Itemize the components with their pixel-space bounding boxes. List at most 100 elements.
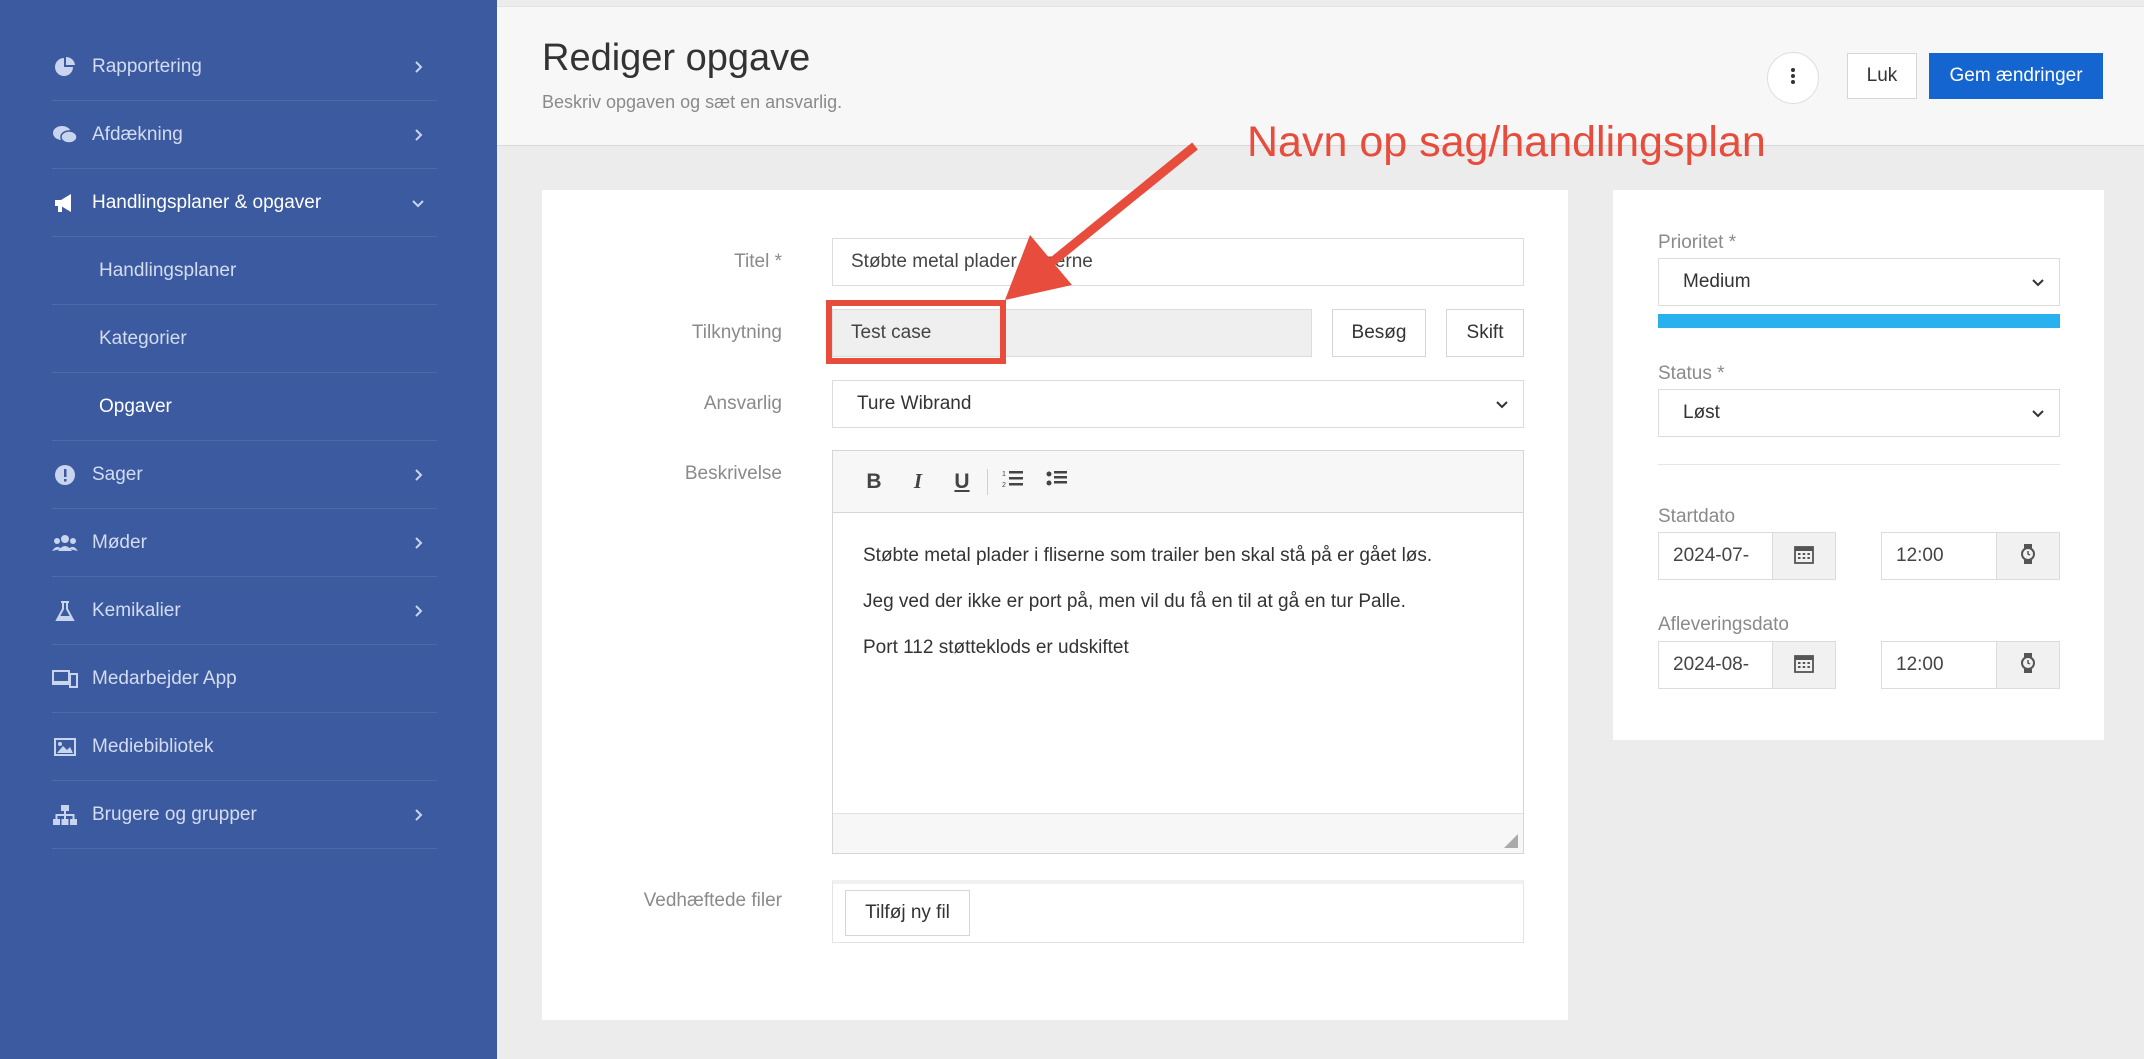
start-time-input[interactable]: 12:00 [1881,532,1997,580]
sidebar-item-handlingsplaner[interactable]: Handlingsplaner & opgaver [52,170,437,237]
chevron-down-icon [407,192,429,214]
calendar-icon [1794,653,1814,678]
due-time-input[interactable]: 12:00 [1881,641,1997,689]
description-line: Støbte metal plader i fliserne som trail… [863,545,1433,566]
switch-button[interactable]: Skift [1446,309,1524,357]
due-date-input[interactable]: 2024-08- [1658,641,1773,689]
sidebar-item-medarbejder-app[interactable]: Medarbejder App [52,646,437,713]
vertical-dots-icon [1790,67,1796,90]
sidebar-item-sager[interactable]: Sager [52,442,437,509]
sidebar-item-mediebibliotek[interactable]: Mediebibliotek [52,714,437,781]
start-date-calendar-button[interactable] [1772,532,1836,580]
due-date-calendar-button[interactable] [1772,641,1836,689]
responsible-select[interactable]: Ture Wibrand [832,380,1524,428]
chevron-right-icon [407,600,429,622]
bullet-list-button[interactable] [1038,465,1076,499]
editor-content[interactable]: Støbte metal plader i fliserne som trail… [833,513,1523,715]
priority-bar [1658,314,2060,328]
sidebar-item-label: Kemikalier [92,600,181,621]
description-line: Jeg ved der ikke er port på, men vil du … [863,591,1406,612]
users-icon [52,530,78,556]
watch-icon [2020,652,2036,679]
svg-text:2: 2 [1002,482,1006,489]
sidebar-item-label: Afdækning [92,124,183,145]
bold-icon: B [866,469,882,493]
description-label: Beskrivelse [684,463,782,484]
task-form-card: Titel * Støbte metal plader i fliserne T… [542,190,1568,1020]
calendar-icon [1794,544,1814,569]
description-editor[interactable]: B I U 12 Støbte metal plader i fliserne … [832,450,1524,854]
sidebar-item-label: Sager [92,464,143,485]
megaphone-icon [52,190,78,216]
status-select[interactable]: Løst [1658,389,2060,437]
close-button[interactable]: Luk [1847,53,1917,99]
more-options-button[interactable] [1767,52,1819,104]
resize-handle-icon[interactable] [1504,834,1518,848]
priority-label: Prioritet * [1658,232,1737,253]
ordered-list-button[interactable]: 12 [994,465,1032,499]
sidebar-subitem-label: Kategorier [99,328,187,349]
svg-text:1: 1 [1002,471,1006,478]
italic-icon: I [913,469,923,493]
link-label: Tilknytning [691,322,782,343]
sidebar-item-moeder[interactable]: Møder [52,510,437,577]
priority-select[interactable]: Medium [1658,258,2060,306]
due-date-label: Afleveringsdato [1658,614,1789,635]
save-button[interactable]: Gem ændringer [1929,53,2103,99]
chat-bubbles-icon [52,122,78,148]
status-label: Status * [1658,363,1725,384]
start-date-label: Startdato [1658,506,1736,527]
sidebar-item-label: Medarbejder App [92,668,237,689]
sidebar-item-rapportering[interactable]: Rapportering [52,34,437,101]
chevron-right-icon [407,532,429,554]
task-meta-card: Prioritet * Medium Status * Løst Startda… [1613,190,2104,740]
exclamation-icon [52,462,78,488]
start-date-input[interactable]: 2024-07- [1658,532,1773,580]
visit-button[interactable]: Besøg [1332,309,1426,357]
sidebar-item-kemikalier[interactable]: Kemikalier [52,578,437,645]
page-subtitle: Beskriv opgaven og sæt en ansvarlig. [542,92,843,112]
attachments-box: Tilføj ny fil [832,880,1524,943]
annotation-highlight-box [826,300,1006,364]
title-label: Titel * [734,251,782,272]
chevron-right-icon [407,804,429,826]
chevron-right-icon [407,464,429,486]
devices-icon [52,666,78,692]
image-icon [52,734,78,760]
priority-value: Medium [1683,271,1751,292]
page-title: Rediger opgave [542,37,811,79]
sidebar-subitem-label: Opgaver [99,396,172,417]
responsible-value: Ture Wibrand [857,393,972,414]
attachments-label: Vedhæftede filer [643,890,782,911]
toolbar-divider [987,468,988,495]
sidebar-item-label: Rapportering [92,56,202,77]
description-line: Port 112 støtteklods er udskiftet [863,637,1129,658]
sidebar: Rapportering Afdækning Handlingsplaner &… [0,0,497,1059]
sidebar-subitem-kategorier[interactable]: Kategorier [52,306,437,373]
chevron-down-icon [2029,273,2047,291]
italic-button[interactable]: I [899,465,937,499]
bold-button[interactable]: B [855,465,893,499]
sidebar-item-brugere[interactable]: Brugere og grupper [52,782,437,849]
start-time-button[interactable] [1996,532,2060,580]
underline-button[interactable]: U [943,465,981,499]
title-input[interactable]: Støbte metal plader i fliserne [832,238,1524,286]
sidebar-item-label: Brugere og grupper [92,804,257,825]
watch-icon [2020,543,2036,570]
sidebar-item-label: Møder [92,532,147,553]
sidebar-subitem-label: Handlingsplaner [99,260,237,281]
sidebar-subitem-opgaver[interactable]: Opgaver [52,374,437,441]
underline-icon: U [954,469,970,493]
add-file-button[interactable]: Tilføj ny fil [845,890,970,936]
pie-chart-icon [52,54,78,80]
sidebar-subitem-handlingsplaner[interactable]: Handlingsplaner [52,238,437,305]
sidebar-item-afdaekning[interactable]: Afdækning [52,102,437,169]
due-time-button[interactable] [1996,641,2060,689]
chevron-right-icon [407,124,429,146]
chevron-right-icon [407,56,429,78]
org-chart-icon [52,802,78,828]
annotation-text: Navn op sag/handlingsplan [1247,118,1766,166]
status-value: Løst [1683,402,1720,423]
side-divider [1658,464,2060,465]
ordered-list-icon: 12 [1002,469,1024,495]
